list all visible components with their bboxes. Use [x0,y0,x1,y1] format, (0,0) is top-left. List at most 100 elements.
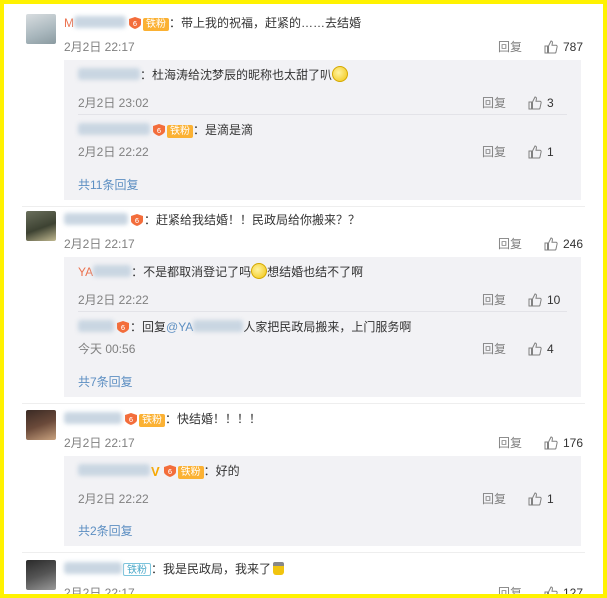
reply-button[interactable]: 回复 [498,235,522,253]
username-link[interactable] [78,320,114,334]
comment-line: 铁粉 ：我是民政局，我来了 [64,560,585,578]
reply-button[interactable]: 回复 [498,38,522,56]
username-link[interactable] [64,562,122,576]
comment-item: 6 ：赶紧给我结婚！！民政局给你搬来？？ 2月2日 22:17 回复 246 [22,211,585,261]
reply-text: ：回复 [130,320,167,334]
like-button[interactable]: 246 [544,235,583,253]
comment-time: 2月2日 22:17 [64,40,135,54]
lock-emoji-icon [273,562,285,575]
username-link[interactable] [78,68,140,82]
reply-time: 2月2日 22:22 [78,492,149,506]
username-link[interactable]: M [64,16,126,30]
more-replies-link[interactable]: 共2条回复 [78,522,133,539]
comment-item: 铁粉 ：我是民政局，我来了 2月2日 22:17 回复 127 [22,560,585,598]
comment-time: 2月2日 22:17 [64,436,135,450]
divider [22,552,585,553]
reply-button[interactable]: 回复 [482,143,506,161]
like-button[interactable]: 4 [528,340,565,358]
fan-level-icon: 6 [163,464,177,482]
svg-text:6: 6 [121,324,126,332]
reply-button[interactable]: 回复 [482,94,506,112]
reply-button[interactable]: 回复 [482,291,506,309]
comment-time: 2月2日 22:17 [64,237,135,251]
like-button[interactable]: 127 [544,584,583,598]
thumbs-up-icon [528,145,542,159]
reply-button[interactable]: 回复 [498,434,522,452]
avatar[interactable] [26,211,56,241]
more-replies-link[interactable]: 共7条回复 [78,373,133,390]
like-count: 787 [562,40,583,54]
comment-time: 2月2日 22:17 [64,586,135,598]
reply-text: ：不是都取消登记了吗 [131,265,252,279]
reply-list: V 6 铁粉 ：好的 2月2日 22:22 回复 1 共2条回复 [64,456,581,546]
username-link[interactable]: YA [78,265,132,279]
like-button[interactable]: 10 [528,291,565,309]
like-button[interactable]: 176 [544,434,583,452]
fan-badge: 铁粉 [139,414,165,427]
thumbs-up-icon [544,586,558,594]
reply-time: 今天 00:56 [78,342,136,356]
comment-text: ：我是民政局，我来了 [151,562,272,576]
reply-item: 6 ：回复@YA 人家把民政局搬来，上门服务啊 今天 00:56 回复 4 [78,311,567,363]
svg-text:6: 6 [135,217,140,225]
like-count: 1 [547,492,554,506]
comment-text: ：快结婚！！！！ [165,412,262,426]
reply-time: 2月2日 22:22 [78,293,149,307]
like-count: 3 [547,96,554,110]
thumbs-up-icon [544,40,558,54]
mention-link[interactable]: @YA [166,320,244,334]
thumbs-up-icon [528,342,542,356]
comment-item: 6 铁粉 ：快结婚！！！！ 2月2日 22:17 回复 176 [22,410,585,460]
thumbs-up-icon [528,492,542,506]
crying-emoji-icon [251,263,268,279]
comment-text: ：赶紧给我结婚！！民政局给你搬来？？ [144,213,361,227]
verified-icon: V [151,464,160,479]
reply-text: ：好的 [203,464,240,478]
username-link[interactable] [64,412,122,426]
like-count: 127 [562,586,583,598]
reply-text: 人家把民政局搬来，上门服务啊 [243,320,412,334]
reply-text: ：杜海涛给沈梦辰的昵称也太甜了叭 [140,68,333,82]
comment-line: M 6 铁粉 ：带上我的祝福，赶紧的……去结婚 [64,14,585,32]
more-replies-link[interactable]: 共11条回复 [78,176,138,193]
avatar[interactable] [26,14,56,44]
like-button[interactable]: 787 [544,38,583,56]
reply-item: YA ：不是都取消登记了吗 想结婚也结不了啊 2月2日 22:22 回复 10 [78,263,567,311]
svg-text:6: 6 [129,416,134,424]
avatar[interactable] [26,410,56,440]
username-link[interactable] [78,123,150,137]
like-count: 1 [547,145,554,159]
like-button[interactable]: 3 [528,94,565,112]
username-link[interactable] [64,213,128,227]
svg-text:6: 6 [133,20,138,28]
reply-button[interactable]: 回复 [482,340,506,358]
reply-button[interactable]: 回复 [498,584,522,594]
reply-time: 2月2日 22:22 [78,145,149,159]
fan-level-icon: 6 [128,16,142,34]
reply-line: ：杜海涛给沈梦辰的昵称也太甜了叭 [78,66,567,84]
fan-badge: 铁粉 [123,563,151,576]
reply-button[interactable]: 回复 [482,490,506,508]
reply-text: ：是滴是滴 [193,123,254,137]
reply-text: 想结婚也结不了啊 [267,265,364,279]
like-count: 246 [562,237,583,251]
fan-badge: 铁粉 [143,18,169,31]
fan-level-icon: 6 [152,123,166,141]
fan-badge: 铁粉 [177,466,204,479]
thumbs-up-icon [528,96,542,110]
reply-line: 6 铁粉 ：是滴是滴 [78,121,567,139]
username-link[interactable] [78,464,150,478]
like-count: 10 [547,293,561,307]
like-count: 4 [547,342,554,356]
fan-level-icon: 6 [130,213,144,231]
reply-item: V 6 铁粉 ：好的 2月2日 22:22 回复 1 [78,462,567,510]
like-button[interactable]: 1 [528,490,565,508]
thumbs-up-icon [544,237,558,251]
reply-line: 6 ：回复@YA 人家把民政局搬来，上门服务啊 [78,318,567,336]
like-button[interactable]: 1 [528,143,565,161]
like-count: 176 [562,436,583,450]
comment-text: ：带上我的祝福，赶紧的……去结婚 [169,16,362,30]
avatar[interactable] [26,560,56,590]
fan-level-icon: 6 [116,320,130,338]
svg-text:6: 6 [167,468,172,476]
